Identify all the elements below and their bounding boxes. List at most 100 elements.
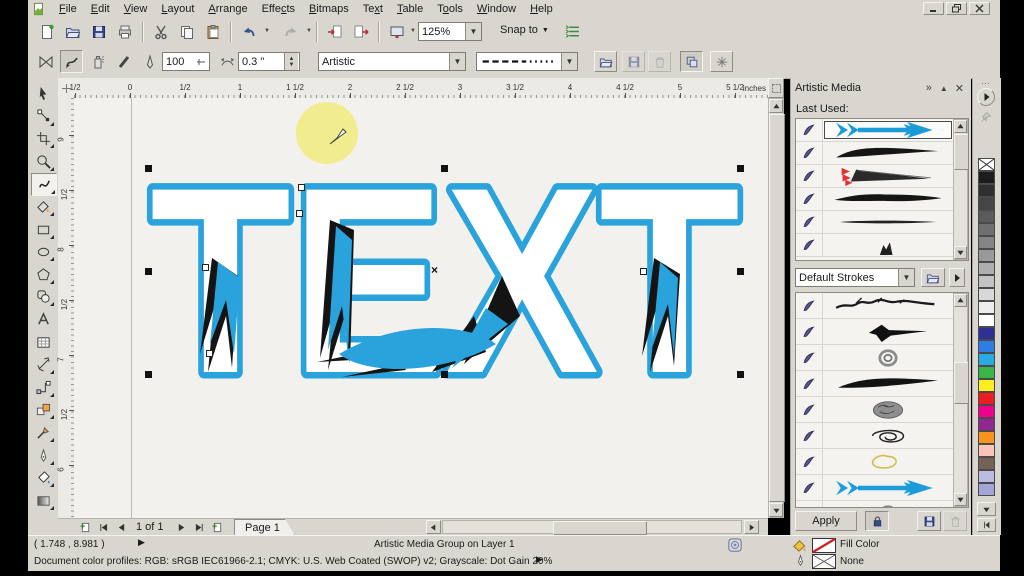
curve-node[interactable]: [640, 268, 647, 275]
curve-node[interactable]: [206, 350, 213, 357]
scroll-up-button[interactable]: [954, 120, 967, 133]
tool-polygon[interactable]: [31, 264, 55, 285]
last-page-button[interactable]: [192, 520, 207, 534]
default-strokes-scrollbar[interactable]: [953, 293, 968, 507]
horizontal-scroll-thumb[interactable]: [553, 521, 647, 535]
selection-handle[interactable]: [145, 165, 152, 172]
save-stroke-button[interactable]: [917, 511, 941, 531]
vertical-scroll-thumb[interactable]: [769, 114, 785, 502]
menu-edit[interactable]: Edit: [84, 1, 117, 17]
tool-basic-shapes[interactable]: [31, 286, 55, 307]
stroke-category-select[interactable]: Default Strokes ▼: [795, 268, 915, 287]
stroke-row-rough-stroke[interactable]: [796, 188, 953, 211]
tool-table[interactable]: [31, 332, 55, 353]
tool-blend[interactable]: [31, 399, 55, 420]
stroke-row-spiral-scribble[interactable]: [796, 423, 953, 449]
minimize-button[interactable]: [923, 2, 944, 15]
tool-outline-pen[interactable]: [31, 445, 55, 466]
next-page-button[interactable]: [174, 520, 189, 534]
selection-handle[interactable]: [737, 165, 744, 172]
border-and-fill-button[interactable]: [680, 51, 703, 72]
selection-handle[interactable]: [737, 268, 744, 275]
outline-color-swatch[interactable]: [812, 554, 836, 569]
menu-window[interactable]: Window: [470, 1, 523, 17]
color-swatch[interactable]: [978, 353, 995, 366]
stroke-row-yellow-blob-outline[interactable]: [796, 449, 953, 475]
color-swatch[interactable]: [978, 366, 995, 379]
scroll-down-button[interactable]: [954, 246, 967, 259]
artwork-text-group[interactable]: TEXT: [134, 158, 764, 388]
palette-scroll-down-button[interactable]: [977, 502, 996, 516]
curve-node[interactable]: [202, 264, 209, 271]
curve-node[interactable]: [298, 184, 305, 191]
selection-handle[interactable]: [145, 268, 152, 275]
stroke-row-thin-taper-line[interactable]: [796, 211, 953, 234]
color-swatch[interactable]: [978, 249, 995, 262]
tool-interactive-fill[interactable]: [31, 490, 55, 511]
tool-smart-fill[interactable]: [31, 196, 55, 217]
selection-handle[interactable]: [737, 371, 744, 378]
status-flyout-icon[interactable]: ▶: [536, 554, 543, 565]
open-button[interactable]: [62, 21, 84, 43]
stroke-row-black-feather[interactable]: [796, 142, 953, 165]
export-button[interactable]: [350, 21, 372, 43]
color-swatch[interactable]: [978, 457, 995, 470]
tool-text[interactable]: [31, 309, 55, 330]
mode-brush-button[interactable]: [60, 50, 83, 73]
menu-layout[interactable]: Layout: [154, 1, 201, 17]
selection-handle[interactable]: [145, 371, 152, 378]
new-document-button[interactable]: [36, 21, 58, 43]
color-swatch[interactable]: [978, 223, 995, 236]
first-page-button[interactable]: [96, 520, 111, 534]
palette-flyout-button[interactable]: [977, 88, 995, 106]
freehand-smoothing-input[interactable]: 100: [162, 52, 210, 71]
mode-preset-button[interactable]: [34, 50, 57, 73]
stroke-style-select[interactable]: ▼: [476, 52, 578, 71]
stroke-row-gray-swirl[interactable]: [796, 501, 953, 508]
menu-text[interactable]: Text: [356, 1, 390, 17]
stroke-row-stone[interactable]: [796, 397, 953, 423]
scroll-up-button[interactable]: [954, 294, 967, 307]
import-button[interactable]: [324, 21, 346, 43]
scroll-thumb[interactable]: [954, 362, 969, 404]
tool-artistic-media[interactable]: [31, 173, 57, 196]
print-button[interactable]: [114, 21, 136, 43]
color-swatch[interactable]: [978, 301, 995, 314]
scroll-down-button[interactable]: [954, 493, 967, 506]
page-tab[interactable]: Page 1: [234, 519, 295, 535]
color-swatch[interactable]: [978, 288, 995, 301]
last-used-scrollbar[interactable]: [953, 119, 968, 260]
tool-dimension[interactable]: [31, 354, 55, 375]
color-swatch[interactable]: [978, 392, 995, 405]
close-button[interactable]: [969, 2, 990, 15]
scroll-thumb[interactable]: [954, 134, 969, 170]
menu-arrange[interactable]: Arrange: [201, 1, 254, 17]
fill-color-swatch[interactable]: [812, 538, 836, 553]
chevron-down-icon[interactable]: ▼: [306, 28, 312, 34]
collapse-docker-icon[interactable]: »: [922, 82, 936, 94]
delete-stroke-button[interactable]: [648, 51, 671, 72]
snap-to-dropdown[interactable]: Snap to ▼: [500, 24, 549, 36]
chevron-down-icon[interactable]: ▼: [264, 28, 270, 34]
color-swatch[interactable]: [978, 379, 995, 392]
previous-page-button[interactable]: [114, 520, 129, 534]
copy-button[interactable]: [176, 21, 198, 43]
chevron-down-icon[interactable]: ▼: [449, 53, 465, 70]
scroll-right-button[interactable]: [744, 520, 759, 534]
scale-stroke-button[interactable]: [710, 51, 733, 72]
menu-effects[interactable]: Effects: [255, 1, 302, 17]
delete-stroke-button[interactable]: [943, 511, 967, 531]
proxy-target-icon[interactable]: [728, 538, 742, 552]
restore-button[interactable]: [946, 2, 967, 15]
tool-connector[interactable]: [31, 377, 55, 398]
pin-icon[interactable]: [979, 110, 993, 124]
color-swatch[interactable]: [978, 184, 995, 197]
tool-crop[interactable]: [31, 128, 55, 149]
color-swatch[interactable]: [978, 444, 995, 457]
mode-sprayer-button[interactable]: [86, 50, 109, 73]
scroll-up-button[interactable]: [769, 99, 783, 113]
color-swatch[interactable]: [978, 470, 995, 483]
color-swatch[interactable]: [978, 236, 995, 249]
add-page-button[interactable]: [78, 520, 93, 534]
stroke-row-ink-splatter[interactable]: [796, 234, 953, 257]
